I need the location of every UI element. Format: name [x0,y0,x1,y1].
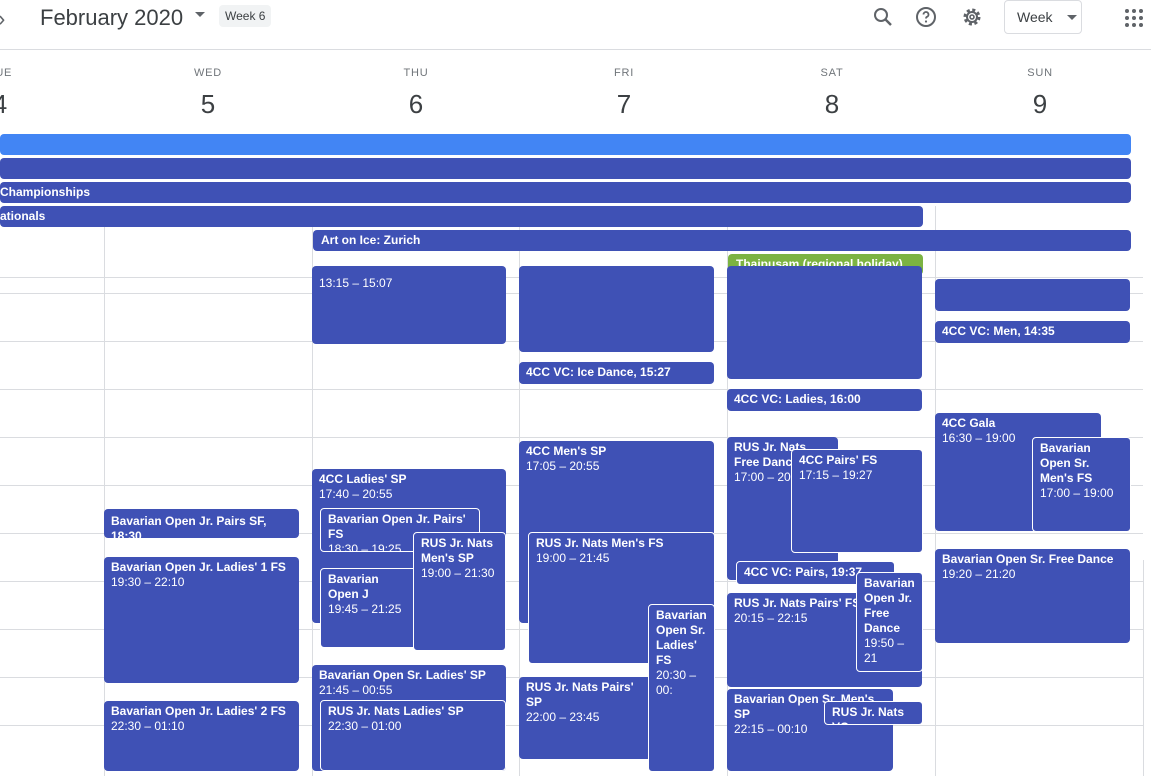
hour-line [0,389,1143,390]
event-wed-ladies-2[interactable]: Bavarian Open Jr. Ladies' 2 FS 22:30 – 0… [104,701,299,771]
event-time: 19:20 – 21:20 [942,567,1016,581]
event-time: 22:00 – 23:45 [526,710,600,724]
week-number-badge: Week 6 [219,5,272,27]
event-wed-ladies-1[interactable]: Bavarian Open Jr. Ladies' 1 FS 19:30 – 2… [104,557,299,683]
day-name: SAT [820,67,844,79]
event-wed-pairs-sf[interactable]: Bavarian Open Jr. Pairs SF, 18:30 [104,509,299,538]
event-sat-rus-vc[interactable]: RUS Jr. Nats VC: [824,701,923,725]
event-time: 19:30 – 22:10 [111,575,185,589]
event-time: 19:50 – 21 [864,636,905,665]
event-time: 20:30 – 00: [656,668,697,697]
event-title: 4CC Pairs' FS [799,453,878,467]
event-time: 19:00 – 21:45 [536,551,610,565]
event-sat-bav-free-dance[interactable]: Bavarian Open Jr. Free Dance 19:50 – 21 [856,572,923,672]
allday-event-art-on-ice[interactable]: Art on Ice: Zurich [313,230,1131,251]
event-thu-rus-mens-sp[interactable]: RUS Jr. Nats Men's SP 19:00 – 21:30 [413,532,506,651]
allday-event-championships[interactable]: Championships [0,182,1131,203]
event-title: Bavarian Open J [328,572,379,601]
allday-event-bar[interactable] [0,134,1131,155]
event-title: 4CC Ladies' SP [319,472,407,486]
event-title: 4CC VC: Ladies, 16:00 [734,392,861,406]
view-switcher-label: Week [1017,9,1053,25]
event-sun-vc-men[interactable]: 4CC VC: Men, 14:35 [935,321,1130,343]
event-time: 17:05 – 20:55 [526,459,600,473]
view-switcher-button[interactable]: Week [1004,0,1082,34]
event-title: RUS Jr. Nats Pairs' SP [526,680,634,709]
event-time: 17:40 – 20:55 [319,487,393,501]
column-divider [104,206,105,776]
day-name: SUN [1027,67,1053,79]
event-title: Bavarian Open Jr. Pairs SF, 18:30 [111,514,267,538]
day-name: WED [193,67,223,79]
scrollbar-edge [1143,560,1144,776]
event-title: Bavarian Open Jr. Ladies' 2 FS [111,704,286,718]
event-fri-top[interactable] [519,266,714,352]
event-time: 17:15 – 19:27 [799,468,873,482]
event-time: 21:45 – 00:55 [319,683,393,697]
month-title: February 2020 [40,5,184,30]
day-name: THU [403,67,429,79]
event-sat-vc-ladies[interactable]: 4CC VC: Ladies, 16:00 [727,389,922,411]
event-title: Bavarian Open Sr. Ladies' FS [656,608,707,667]
event-title: Bavarian Open Sr. Ladies' SP [319,668,486,682]
day-number[interactable]: 6 [376,89,456,120]
event-title: RUS Jr. Nats Men's FS [536,536,664,550]
search-icon[interactable] [871,5,895,29]
event-time: 22:30 – 01:00 [328,719,402,733]
event-title: Bavarian Open Jr. Free Dance [864,576,915,635]
event-time: 17:00 – 19:00 [1040,486,1114,500]
day-number[interactable]: 9 [1000,89,1080,120]
event-time: 13:15 – 15:07 [319,276,393,290]
day-name: FRI [613,67,635,79]
event-sun-free-dance[interactable]: Bavarian Open Sr. Free Dance 19:20 – 21:… [935,549,1130,643]
settings-gear-icon[interactable] [960,5,984,29]
apps-grid-icon[interactable] [1122,6,1146,30]
event-title: 4CC Men's SP [526,444,607,458]
event-title: RUS Jr. Nats VC: [832,705,905,724]
event-fri-rus-pairs-sp[interactable]: RUS Jr. Nats Pairs' SP 22:00 – 23:45 [519,677,654,759]
dropdown-caret-icon [1067,15,1077,20]
allday-event-bar[interactable] [0,158,1131,179]
day-number[interactable]: 7 [584,89,664,120]
help-icon[interactable] [914,5,938,29]
event-title: Bavarian Open Sr. Free Dance [942,552,1114,566]
event-title: 4CC Gala [942,416,996,430]
event-title: Bavarian Open Jr. Ladies' 1 FS [111,560,286,574]
next-week-chevron-icon[interactable]: › [0,6,5,32]
day-number[interactable]: 4 [0,89,40,120]
day-number[interactable]: 8 [792,89,872,120]
event-sun-bav-men-fs[interactable]: Bavarian Open Sr. Men's FS 17:00 – 19:00 [1032,437,1131,532]
event-sat-pairs-fs[interactable]: 4CC Pairs' FS 17:15 – 19:27 [791,449,923,553]
event-sun-top[interactable] [935,279,1130,311]
allday-event-nationals[interactable]: ationals [0,206,923,227]
event-sat-top[interactable] [727,266,922,379]
event-time: 22:30 – 01:10 [111,719,185,733]
event-fri-bav-ladies-fs[interactable]: Bavarian Open Sr. Ladies' FS 20:30 – 00: [648,604,715,772]
event-title: RUS Jr. Nats Men's SP [421,536,494,565]
month-caret-icon[interactable] [195,12,205,17]
event-thu-rus-ladies-sp[interactable]: RUS Jr. Nats Ladies' SP 22:30 – 01:00 [320,700,506,771]
top-bar: › February 2020 Week 6 Week [0,0,1151,50]
event-time: 19:00 – 21:30 [421,566,495,580]
event-title: RUS Jr. Nats Ladies' SP [328,704,464,718]
event-title: 4CC VC: Men, 14:35 [942,324,1055,338]
day-name: TUE [0,67,13,79]
event-title: Bavarian Open Sr. Men's FS [1040,441,1093,485]
day-number[interactable]: 5 [168,89,248,120]
event-thu-bav-open[interactable]: Bavarian Open J 19:45 – 21:25 [320,568,420,648]
event-time: 19:45 – 21:25 [328,602,402,616]
event-title: 4CC VC: Ice Dance, 15:27 [526,365,671,379]
event-thu-top[interactable]: 13:15 – 15:07 [312,266,506,344]
event-fri-vc-icedance[interactable]: 4CC VC: Ice Dance, 15:27 [519,362,714,384]
